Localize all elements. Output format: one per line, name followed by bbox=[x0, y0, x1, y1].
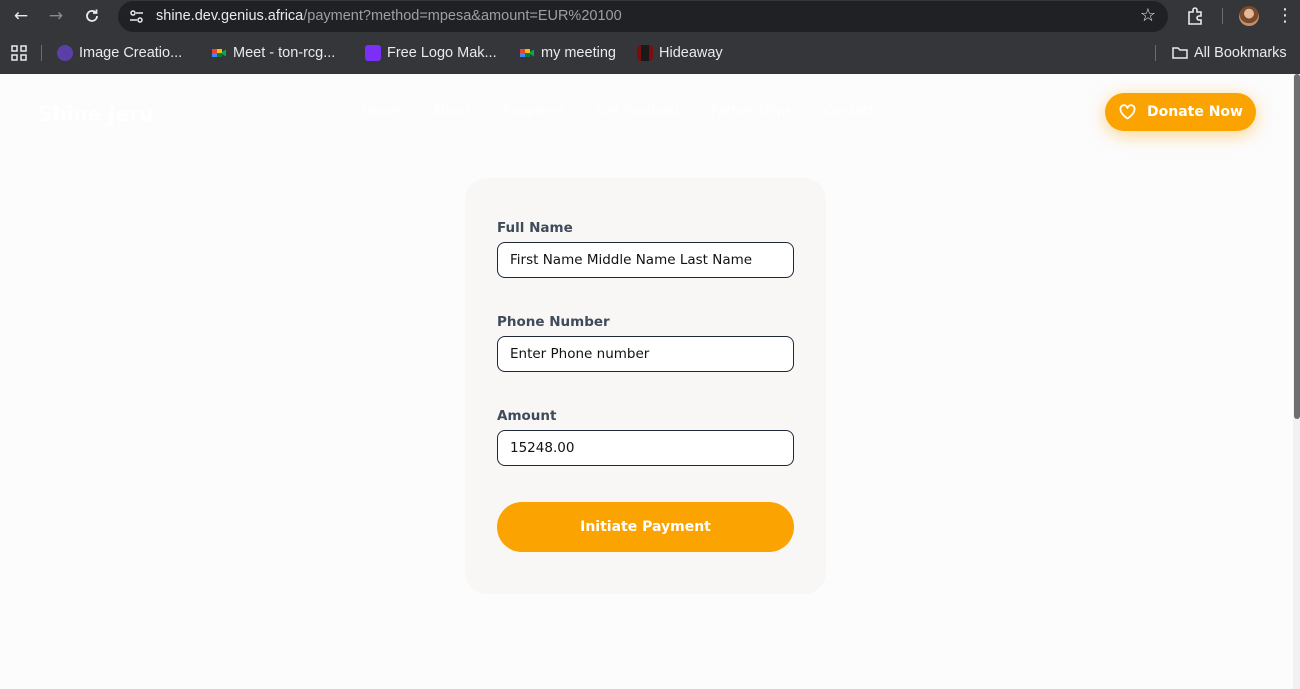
toolbar-divider bbox=[1222, 8, 1223, 24]
bookmark-my-meeting[interactable]: my meeting bbox=[519, 41, 616, 65]
full-name-input[interactable] bbox=[497, 242, 794, 278]
nav-link-partnerships[interactable]: Partnerships bbox=[711, 104, 792, 119]
bookmark-hideaway[interactable]: Hideaway bbox=[637, 41, 723, 65]
all-bookmarks-button[interactable]: All Bookmarks bbox=[1172, 41, 1287, 65]
reload-icon[interactable] bbox=[79, 4, 105, 28]
nav-link-programs[interactable]: Programs bbox=[503, 104, 565, 119]
site-logo[interactable]: Shine Jeru bbox=[38, 102, 153, 126]
back-arrow-icon[interactable]: ← bbox=[8, 4, 34, 28]
hideaway-icon bbox=[637, 45, 653, 61]
forward-arrow-icon[interactable]: → bbox=[43, 4, 69, 28]
bookmarks-divider bbox=[41, 45, 42, 61]
nav-link-about[interactable]: About bbox=[432, 104, 470, 119]
donate-now-button[interactable]: Donate Now bbox=[1105, 93, 1256, 131]
phone-number-label: Phone Number bbox=[497, 314, 610, 330]
image-creator-icon bbox=[57, 45, 73, 61]
logo-maker-icon bbox=[365, 45, 381, 61]
bookmarks-bar: Image Creatio... Meet - ton-rcg... Free … bbox=[0, 37, 1300, 69]
phone-number-input[interactable] bbox=[497, 336, 794, 372]
bookmark-free-logo-maker[interactable]: Free Logo Mak... bbox=[365, 41, 497, 65]
address-bar[interactable]: shine.dev.genius.africa/payment?method=m… bbox=[118, 1, 1168, 32]
bookmark-star-icon[interactable]: ☆ bbox=[1140, 5, 1156, 27]
initiate-payment-button[interactable]: Initiate Payment bbox=[497, 502, 794, 552]
full-name-label: Full Name bbox=[497, 220, 573, 236]
nav-link-home[interactable]: Home bbox=[362, 104, 400, 119]
google-meet-icon bbox=[519, 45, 535, 61]
bookmark-meet[interactable]: Meet - ton-rcg... bbox=[211, 41, 335, 65]
profile-avatar[interactable] bbox=[1239, 6, 1259, 26]
browser-toolbar: ← → shine.dev.genius.africa/payment?meth… bbox=[0, 0, 1300, 32]
apps-grid-icon[interactable] bbox=[11, 45, 27, 61]
nav-link-get-involved[interactable]: Get Involved bbox=[596, 104, 679, 119]
url-text[interactable]: shine.dev.genius.africa/payment?method=m… bbox=[156, 1, 622, 32]
page-scrollbar-thumb[interactable] bbox=[1294, 74, 1300, 419]
donate-now-label: Donate Now bbox=[1147, 104, 1243, 120]
bookmark-image-creation[interactable]: Image Creatio... bbox=[57, 41, 182, 65]
payment-form-card: Full Name Phone Number Amount Initiate P… bbox=[465, 178, 826, 594]
folder-icon bbox=[1172, 45, 1188, 61]
google-meet-icon bbox=[211, 45, 227, 61]
nav-link-contact[interactable]: Contact bbox=[824, 104, 875, 119]
site-navigation: Home About Programs Get Involved Partner… bbox=[362, 104, 875, 119]
heart-icon bbox=[1119, 104, 1136, 120]
browser-chrome: ← → shine.dev.genius.africa/payment?meth… bbox=[0, 0, 1300, 74]
browser-menu-icon[interactable]: ⋮ bbox=[1275, 4, 1295, 28]
page-content: Shine Jeru Home About Programs Get Invol… bbox=[0, 74, 1293, 689]
amount-label: Amount bbox=[497, 408, 557, 424]
bookmarks-divider bbox=[1155, 45, 1156, 61]
extensions-icon[interactable] bbox=[1185, 6, 1205, 26]
amount-input[interactable] bbox=[497, 430, 794, 466]
site-settings-icon[interactable] bbox=[128, 8, 145, 25]
